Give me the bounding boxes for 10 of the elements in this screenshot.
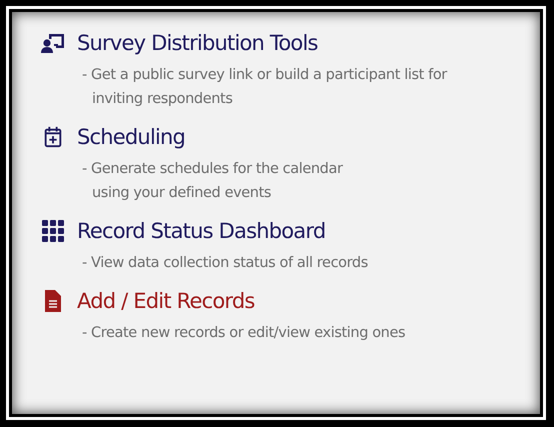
- section-link[interactable]: Add / Edit Records: [77, 289, 255, 313]
- section-link[interactable]: Scheduling: [77, 125, 186, 149]
- description-text: - Get a public survey link or build a participant list for: [82, 66, 448, 85]
- description-text: inviting respondents: [92, 90, 234, 109]
- description-text: - Generate schedules for the calendar: [82, 160, 344, 179]
- description-text: - Create new records or edit/view existing ones: [82, 324, 406, 343]
- description-text: using your defined events: [92, 184, 272, 203]
- section-link[interactable]: Record Status Dashboard: [77, 219, 326, 243]
- section-link[interactable]: Survey Distribution Tools: [77, 31, 318, 55]
- description-text: - View data collection status of all records: [82, 254, 369, 273]
